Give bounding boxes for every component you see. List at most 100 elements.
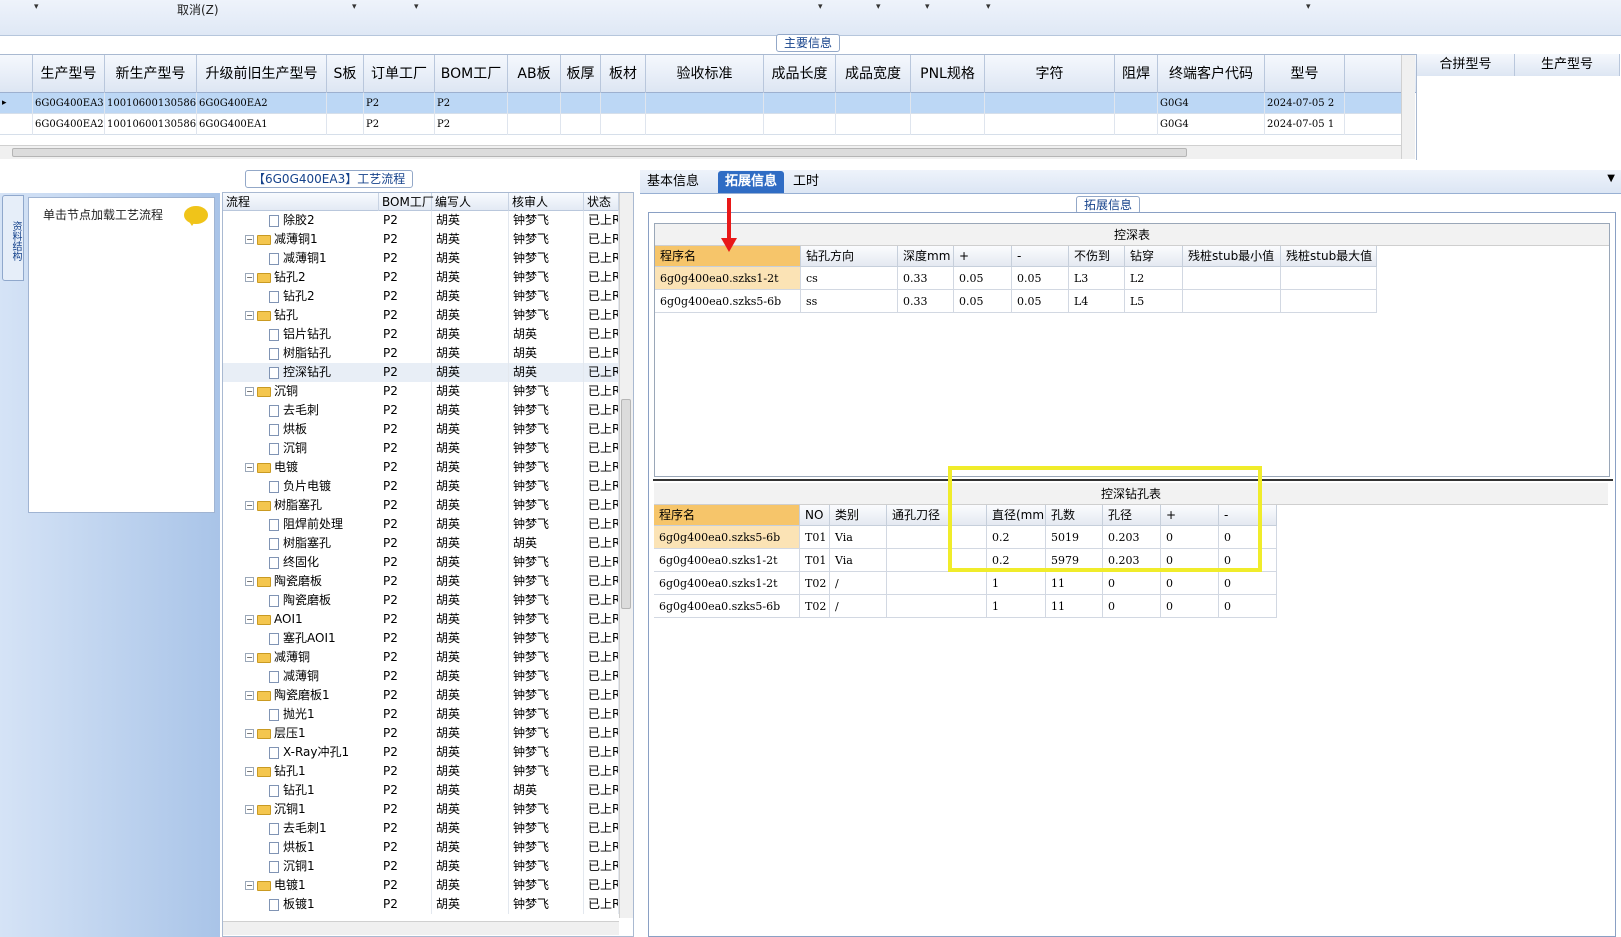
tree-node[interactable]: − 减薄铜1 P2 胡英 钟梦飞 已上R [223, 230, 633, 249]
depth-table-header[interactable]: 钻孔方向 [801, 246, 898, 267]
tree-node[interactable]: − 沉铜 P2 胡英 钟梦飞 已上R [223, 382, 633, 401]
collapse-toggle-icon[interactable]: − [245, 881, 254, 890]
drill-table-cell[interactable]: 11 [1046, 572, 1103, 595]
tree-node-name[interactable]: 树脂钻孔 [269, 344, 379, 363]
tree-node[interactable]: 抛光1 P2 胡英 钟梦飞 已上R [223, 705, 633, 724]
drill-table-cell[interactable]: 6g0g400ea0.szks1-2t [654, 572, 800, 595]
tree-node-name[interactable]: 烘板 [269, 420, 379, 439]
drill-table-cell[interactable]: / [830, 595, 887, 618]
depth-table-header[interactable]: 残桩stub最大值 [1281, 246, 1377, 267]
dropdown-arrow-icon[interactable]: ▾ [986, 2, 991, 12]
column-header[interactable]: 型号 [1265, 55, 1345, 93]
tree-node-name[interactable]: − 层压1 [245, 724, 379, 743]
drill-table-header[interactable]: 类别 [830, 505, 887, 526]
tree-node[interactable]: 负片电镀 P2 胡英 钟梦飞 已上R [223, 477, 633, 496]
drill-table-cell[interactable]: 0 [1103, 572, 1161, 595]
depth-table-cell[interactable]: 0.33 [898, 267, 954, 290]
drill-table-cell[interactable]: / [830, 572, 887, 595]
column-header[interactable]: 终端客户代码 [1158, 55, 1265, 93]
depth-table-cell[interactable]: 0.05 [1012, 290, 1069, 313]
tree-node-name[interactable]: − 减薄铜 [245, 648, 379, 667]
depth-table-cell[interactable]: 6g0g400ea0.szks5-6b [655, 290, 801, 313]
tree-node[interactable]: 陶瓷磨板 P2 胡英 钟梦飞 已上R [223, 591, 633, 610]
tree-node-name[interactable]: 铝片钻孔 [269, 325, 379, 344]
tree-node-name[interactable]: − 钻孔 [245, 306, 379, 325]
merge-model-header[interactable]: 合拼型号 [1417, 54, 1515, 76]
tree-node[interactable]: − 钻孔 P2 胡英 钟梦飞 已上R [223, 306, 633, 325]
tree-node-name[interactable]: 树脂塞孔 [269, 534, 379, 553]
column-header[interactable]: PNL规格 [911, 55, 985, 93]
depth-table-header[interactable]: 深度mm [898, 246, 954, 267]
tree-node[interactable]: − 电镀1 P2 胡英 钟梦飞 已上R [223, 876, 633, 895]
column-header[interactable]: 成品宽度 [836, 55, 911, 93]
drill-table-cell[interactable]: 6g0g400ea0.szks1-2t [654, 549, 800, 572]
drill-table-cell[interactable]: T02 [800, 595, 830, 618]
drill-table-cell[interactable]: 0 [1161, 572, 1219, 595]
collapse-toggle-icon[interactable]: − [245, 691, 254, 700]
tree-node-name[interactable]: 终固化 [269, 553, 379, 572]
depth-table-cell[interactable] [1183, 290, 1281, 313]
depth-table-cell[interactable]: cs [801, 267, 898, 290]
depth-table-cell[interactable]: 6g0g400ea0.szks1-2t [655, 267, 801, 290]
tab-basic-info[interactable]: 基本信息 [640, 171, 706, 193]
tree-node[interactable]: 阻焊前处理 P2 胡英 钟梦飞 已上R [223, 515, 633, 534]
drill-table-cell[interactable] [887, 572, 987, 595]
depth-table-cell[interactable] [1183, 267, 1281, 290]
drill-table-cell[interactable]: 0 [1103, 595, 1161, 618]
dropdown-arrow-icon[interactable]: ▾ [1306, 2, 1311, 12]
tree-node[interactable]: − 钻孔1 P2 胡英 钟梦飞 已上R [223, 762, 633, 781]
column-header[interactable]: 板材 [601, 55, 646, 93]
column-header[interactable]: 订单工厂 [364, 55, 435, 93]
tree-column-header[interactable]: 状态 [584, 193, 619, 211]
tree-node-name[interactable]: 陶瓷磨板 [269, 591, 379, 610]
tree-node-name[interactable]: 去毛刺 [269, 401, 379, 420]
tree-node-name[interactable]: − 电镀1 [245, 876, 379, 895]
dropdown-arrow-icon[interactable]: ▾ [925, 2, 930, 12]
column-header[interactable]: 阻焊 [1115, 55, 1158, 93]
tree-node[interactable]: − 陶瓷磨板1 P2 胡英 钟梦飞 已上R [223, 686, 633, 705]
depth-table-cell[interactable]: 0.33 [898, 290, 954, 313]
tree-node[interactable]: − 电镀 P2 胡英 钟梦飞 已上R [223, 458, 633, 477]
tree-node-name[interactable]: 塞孔AOI1 [269, 629, 379, 648]
scroll-thumb[interactable] [621, 399, 631, 609]
tree-node-name[interactable]: − 陶瓷磨板1 [245, 686, 379, 705]
tree-column-header[interactable]: 编写人 [432, 193, 509, 211]
column-header[interactable]: 升级前旧生产型号 [197, 55, 327, 93]
collapse-toggle-icon[interactable]: − [245, 501, 254, 510]
depth-table-cell[interactable]: L3 [1069, 267, 1125, 290]
tree-node-name[interactable]: − 陶瓷磨板 [245, 572, 379, 591]
tree-hscrollbar[interactable] [223, 921, 619, 935]
tree-node-name[interactable]: 钻孔2 [269, 287, 379, 306]
drill-table-cell[interactable]: Via [830, 526, 887, 549]
tree-node-name[interactable]: − AOI1 [245, 610, 379, 629]
depth-table-cell[interactable]: 0.05 [954, 290, 1012, 313]
tree-node[interactable]: 沉铜1 P2 胡英 钟梦飞 已上R [223, 857, 633, 876]
tree-node-name[interactable]: 沉铜1 [269, 857, 379, 876]
drill-table-cell[interactable]: T01 [800, 549, 830, 572]
tree-vscrollbar[interactable] [619, 193, 633, 918]
column-header[interactable]: AB板 [508, 55, 561, 93]
tree-node[interactable]: 除胶2 P2 胡英 钟梦飞 已上R [223, 211, 633, 230]
tree-node[interactable]: 去毛刺1 P2 胡英 钟梦飞 已上R [223, 819, 633, 838]
tree-node[interactable]: 钻孔1 P2 胡英 胡英 已上R [223, 781, 633, 800]
column-header[interactable]: 板厚 [561, 55, 601, 93]
tree-node[interactable]: 树脂塞孔 P2 胡英 胡英 已上R [223, 534, 633, 553]
tree-node-name[interactable]: X-Ray冲孔1 [269, 743, 379, 762]
tree-node[interactable]: − 沉铜1 P2 胡英 钟梦飞 已上R [223, 800, 633, 819]
row-indicator[interactable] [0, 114, 33, 135]
tab-extended-info[interactable]: 拓展信息 [718, 171, 785, 193]
cancel-button[interactable]: 取消(Z) [177, 1, 219, 18]
main-grid-hscrollbar[interactable] [0, 145, 1401, 159]
depth-table-cell[interactable]: L2 [1125, 267, 1183, 290]
tree-node[interactable]: 减薄铜 P2 胡英 钟梦飞 已上R [223, 667, 633, 686]
collapse-toggle-icon[interactable]: − [245, 767, 254, 776]
collapse-toggle-icon[interactable]: − [245, 235, 254, 244]
drill-table-cell[interactable] [887, 595, 987, 618]
tree-node-name[interactable]: 控深钻孔 [269, 363, 379, 382]
tree-node[interactable]: 终固化 P2 胡英 钟梦飞 已上R [223, 553, 633, 572]
depth-table-header[interactable]: - [1012, 246, 1069, 267]
column-header[interactable]: 成品长度 [764, 55, 836, 93]
current-row-arrow-icon[interactable]: ▸ [0, 93, 33, 114]
collapse-toggle-icon[interactable]: − [245, 311, 254, 320]
tree-node[interactable]: 控深钻孔 P2 胡英 胡英 已上R [223, 363, 633, 382]
